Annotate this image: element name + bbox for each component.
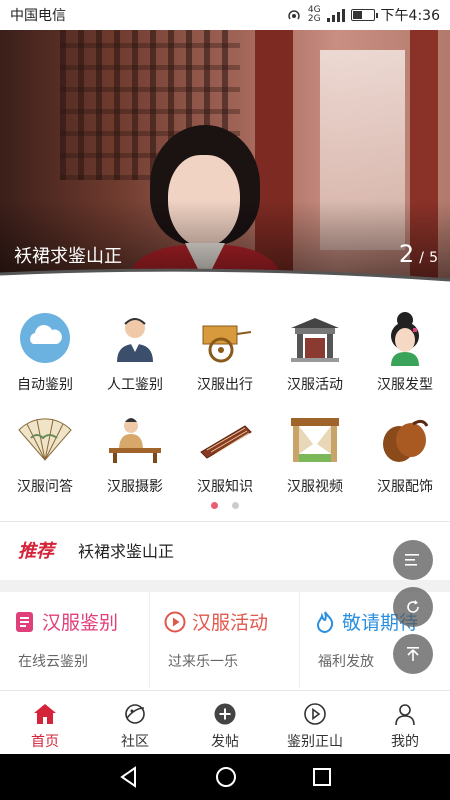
grid-label: 汉服配饰	[377, 479, 433, 495]
tab-label: 我的	[391, 734, 419, 750]
system-nav-bar	[0, 754, 450, 800]
home-circle-icon[interactable]	[215, 766, 237, 788]
carrier-label: 中国电信	[10, 8, 66, 24]
cloud-icon	[17, 310, 73, 366]
recommend-row[interactable]: 推荐 袄裙求鉴山正	[0, 522, 450, 578]
grid-item-hanfu-video[interactable]: 汉服视频	[270, 402, 360, 502]
grid-label: 汉服视频	[287, 479, 343, 495]
grid-item-hanfu-accessories[interactable]: 汉服配饰	[360, 402, 450, 502]
signal-icon	[326, 9, 345, 22]
banner-curve	[0, 268, 450, 290]
banner-caption: 袄裙求鉴山正	[14, 246, 122, 267]
feature-cards: 汉服鉴别 在线云鉴别 汉服活动 过来乐一乐 敬请期待 福利发放	[0, 592, 450, 688]
user-icon	[392, 701, 418, 727]
menu-fab[interactable]	[393, 540, 433, 580]
tab-home[interactable]: 首页	[0, 691, 90, 754]
card-hanfu-appraisal[interactable]: 汉服鉴别 在线云鉴别	[0, 592, 150, 688]
card-title-text: 汉服活动	[192, 612, 269, 634]
refresh-icon	[407, 600, 419, 613]
section-gap	[0, 580, 450, 592]
hotspot-icon	[288, 10, 300, 20]
banner-page-total: 5	[429, 250, 438, 266]
tab-label: 社区	[121, 734, 149, 750]
tab-label: 发帖	[211, 734, 239, 750]
banner-pager: 2 / 5	[399, 240, 438, 268]
clock: 下午4:36	[380, 8, 440, 24]
network-bottom: 2G	[307, 14, 321, 24]
banner-page-current: 2	[398, 240, 415, 268]
folding-fan-icon	[17, 412, 73, 468]
card-subtitle: 过来乐一乐	[168, 654, 238, 670]
back-to-top-icon	[407, 647, 419, 661]
network-type: 4G 2G	[308, 6, 321, 24]
scholar-desk-icon	[107, 412, 163, 468]
card-title: 汉服鉴别	[14, 608, 149, 635]
card-title: 汉服活动	[164, 608, 299, 635]
grid-item-hanfu-qa[interactable]: 汉服问答	[0, 402, 90, 502]
planet-icon	[122, 701, 148, 727]
grid-item-hanfu-hairstyle[interactable]: 汉服发型	[360, 300, 450, 400]
stage-icon	[287, 412, 343, 468]
grid-label: 汉服问答	[17, 479, 73, 495]
tab-label: 首页	[31, 734, 59, 750]
back-triangle-icon[interactable]	[118, 766, 140, 788]
guzheng-icon	[197, 412, 253, 468]
grid-item-auto-appraisal[interactable]: 自动鉴别	[0, 300, 90, 400]
grid-label: 自动鉴别	[17, 377, 73, 393]
grid-label: 汉服活动	[287, 377, 343, 393]
grid-label: 人工鉴别	[107, 377, 163, 393]
bottom-tab-bar: 首页 社区 发帖 鉴别正山 我的	[0, 690, 450, 754]
grid-item-manual-appraisal[interactable]: 人工鉴别	[90, 300, 180, 400]
tab-appraisal[interactable]: 鉴别正山	[270, 691, 360, 754]
page-dot-active	[211, 502, 218, 509]
category-grid: 自动鉴别 人工鉴别 汉服出行 汉服活动 汉服发型 汉服问答 汉服摄影 汉服知识 …	[0, 300, 450, 510]
pavilion-icon	[287, 310, 343, 366]
back-to-top-fab[interactable]	[393, 634, 433, 674]
grid-label: 汉服发型	[377, 377, 433, 393]
refresh-fab[interactable]	[393, 587, 433, 627]
tab-profile[interactable]: 我的	[360, 691, 450, 754]
plus-circle-icon	[212, 701, 238, 727]
recents-square-icon[interactable]	[312, 767, 332, 787]
list-icon	[405, 554, 419, 566]
grid-item-hanfu-travel[interactable]: 汉服出行	[180, 300, 270, 400]
grid-item-hanfu-photography[interactable]: 汉服摄影	[90, 402, 180, 502]
battery-icon	[350, 9, 378, 21]
tab-community[interactable]: 社区	[90, 691, 180, 754]
cart-icon	[197, 310, 253, 366]
card-title-text: 汉服鉴别	[42, 612, 119, 634]
flame-icon	[316, 610, 334, 633]
grid-label: 汉服摄影	[107, 479, 163, 495]
document-icon	[16, 611, 33, 632]
castanets-icon	[377, 412, 433, 468]
hairstyle-girl-icon	[377, 310, 433, 366]
grid-item-hanfu-events[interactable]: 汉服活动	[270, 300, 360, 400]
card-subtitle: 在线云鉴别	[18, 654, 88, 670]
play-circle-icon	[164, 611, 186, 632]
banner-page-separator: /	[419, 250, 424, 266]
grid-label: 汉服出行	[197, 377, 253, 393]
card-hanfu-events[interactable]: 汉服活动 过来乐一乐	[150, 592, 300, 688]
play-icon	[302, 701, 328, 727]
home-icon	[32, 701, 58, 727]
grid-item-hanfu-knowledge[interactable]: 汉服知识	[180, 402, 270, 502]
customer-service-icon	[107, 310, 163, 366]
recommend-text: 袄裙求鉴山正	[78, 542, 175, 561]
tab-post[interactable]: 发帖	[180, 691, 270, 754]
grid-page-indicator	[0, 502, 450, 509]
recommend-tag: 推荐	[18, 541, 54, 562]
grid-label: 汉服知识	[197, 479, 253, 495]
status-bar: 中国电信 4G 2G 下午4:36	[0, 0, 450, 30]
page-dot	[232, 502, 239, 509]
status-icons: 4G 2G 下午4:36	[286, 5, 440, 25]
app-screen: 中国电信 4G 2G 下午4:36 袄裙求鉴山正 2 / 5 自动鉴别 人工鉴别…	[0, 0, 450, 800]
tab-label: 鉴别正山	[287, 734, 343, 750]
hero-banner[interactable]: 袄裙求鉴山正 2 / 5	[0, 30, 450, 290]
